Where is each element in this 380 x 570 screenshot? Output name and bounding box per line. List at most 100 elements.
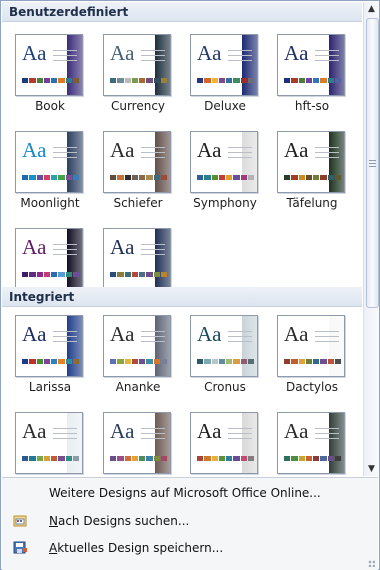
menu-item-browse-designs[interactable]: Nach Designs suchen...	[2, 509, 378, 533]
theme-tile[interactable]: AaDeimos	[10, 412, 90, 476]
scroll-down-arrow-icon[interactable]: ▼	[364, 462, 379, 476]
theme-preview-line	[315, 428, 339, 429]
theme-color-swatch	[218, 78, 225, 83]
theme-color-swatch	[29, 456, 36, 461]
theme-color-swatch	[313, 456, 320, 461]
theme-color-swatch	[211, 78, 218, 83]
theme-tile[interactable]: Aa Larissa	[10, 315, 90, 400]
theme-preview-line	[141, 341, 165, 342]
theme-sample-text: Aa	[284, 419, 309, 443]
theme-color-swatch	[153, 175, 160, 180]
theme-color-swatch	[226, 175, 233, 180]
theme-color-swatch	[65, 359, 72, 364]
theme-sample-text: Aa	[22, 235, 47, 259]
theme-color-swatch	[124, 359, 131, 364]
theme-tile[interactable]: Aa Currency	[98, 34, 178, 119]
theme-tile[interactable]: Aa Moonlight	[10, 131, 90, 216]
theme-color-swatch	[131, 456, 138, 461]
theme-color-swatch	[305, 359, 312, 364]
theme-preview-icon: Aa	[103, 315, 171, 377]
theme-color-swatches	[284, 78, 342, 83]
scrollbar-grip-icon	[369, 160, 376, 169]
theme-color-swatch	[204, 359, 211, 364]
theme-preview-line	[315, 341, 339, 342]
theme-tile[interactable]: Aa Täfelung	[272, 131, 352, 216]
theme-color-swatch	[291, 359, 298, 364]
resize-grip-icon[interactable]	[368, 560, 375, 567]
theme-name-label: Book	[35, 99, 65, 113]
theme-color-swatch	[305, 78, 312, 83]
theme-tile[interactable]: AaGanymed	[185, 412, 265, 476]
theme-name-label: Dactylos	[286, 380, 338, 394]
theme-preview-icon: Aa	[277, 315, 345, 377]
theme-sample-text: Aa	[197, 322, 222, 346]
theme-preview-line	[53, 341, 77, 342]
theme-tile[interactable]: Aa hft-so	[272, 34, 352, 119]
theme-preview-line	[228, 433, 252, 434]
theme-color-swatch	[153, 359, 160, 364]
theme-color-swatch	[153, 456, 160, 461]
theme-sample-text: Aa	[197, 419, 222, 443]
theme-color-swatch	[204, 456, 211, 461]
theme-tile[interactable]: Aa Schiefer	[98, 131, 178, 216]
theme-preview-line	[315, 331, 339, 332]
theme-color-swatch	[247, 175, 254, 180]
scroll-up-arrow-icon[interactable]: ▲	[364, 2, 379, 16]
theme-accent-strip	[242, 316, 257, 376]
theme-preview-line	[53, 152, 77, 153]
menu-item-accesskey: A	[49, 541, 58, 555]
theme-color-swatch	[211, 456, 218, 461]
theme-color-swatches	[110, 456, 168, 461]
theme-color-swatches	[197, 456, 255, 461]
theme-color-swatch	[218, 175, 225, 180]
theme-tile[interactable]: Aa Symphony	[185, 131, 265, 216]
theme-sample-text: Aa	[197, 138, 222, 162]
theme-color-swatch	[247, 456, 254, 461]
theme-color-swatch	[51, 175, 58, 180]
theme-color-swatch	[320, 78, 327, 83]
theme-color-swatches	[197, 175, 255, 180]
theme-tile[interactable]: Aa Ananke	[98, 315, 178, 400]
menu-item-more-online[interactable]: Weitere Designs auf Microsoft Office Onl…	[2, 481, 378, 505]
theme-tile[interactable]: Aa Cronus	[185, 315, 265, 400]
theme-color-swatch	[298, 359, 305, 364]
theme-tile[interactable]: AaGalathea	[98, 412, 178, 476]
theme-preview-line	[141, 157, 165, 158]
theme-color-swatch	[204, 78, 211, 83]
theme-preview-icon: Aa	[190, 412, 258, 474]
theme-color-swatch	[117, 175, 124, 180]
search-designs-icon	[13, 515, 27, 527]
theme-tile[interactable]: Aa Book	[10, 34, 90, 119]
theme-accent-strip	[155, 413, 170, 473]
theme-color-swatch	[36, 78, 43, 83]
theme-preview-line	[53, 60, 77, 61]
theme-color-swatch	[72, 272, 79, 277]
theme-preview-line	[53, 336, 77, 337]
theme-color-swatch	[29, 272, 36, 277]
theme-preview-icon: Aa	[15, 315, 83, 377]
theme-color-swatch	[124, 272, 131, 277]
theme-color-swatch	[72, 456, 79, 461]
theme-tile[interactable]: Aa Dactylos	[272, 315, 352, 400]
theme-color-swatches	[284, 175, 342, 180]
theme-color-swatch	[51, 272, 58, 277]
theme-color-swatch	[320, 456, 327, 461]
menu-item-save-design[interactable]: Aktuelles Design speichern...	[2, 536, 378, 560]
theme-color-swatch	[240, 175, 247, 180]
theme-color-swatch	[110, 359, 117, 364]
theme-color-swatch	[43, 175, 50, 180]
theme-tile[interactable]: Aa Deluxe	[185, 34, 265, 119]
theme-color-swatch	[327, 78, 334, 83]
theme-color-swatch	[58, 272, 65, 277]
theme-preview-line	[228, 55, 252, 56]
theme-preview-icon: Aa	[277, 34, 345, 96]
theme-preview-icon: Aa	[15, 34, 83, 96]
theme-tile[interactable]: AaHaemera	[272, 412, 352, 476]
theme-color-swatches	[22, 175, 80, 180]
theme-color-swatch	[160, 359, 167, 364]
gallery-scrollbar[interactable]: ▲ ▼	[363, 2, 379, 476]
theme-preview-icon: Aa	[103, 228, 171, 290]
theme-color-swatch	[298, 175, 305, 180]
scrollbar-thumb[interactable]	[366, 18, 379, 308]
theme-color-swatch	[233, 359, 240, 364]
